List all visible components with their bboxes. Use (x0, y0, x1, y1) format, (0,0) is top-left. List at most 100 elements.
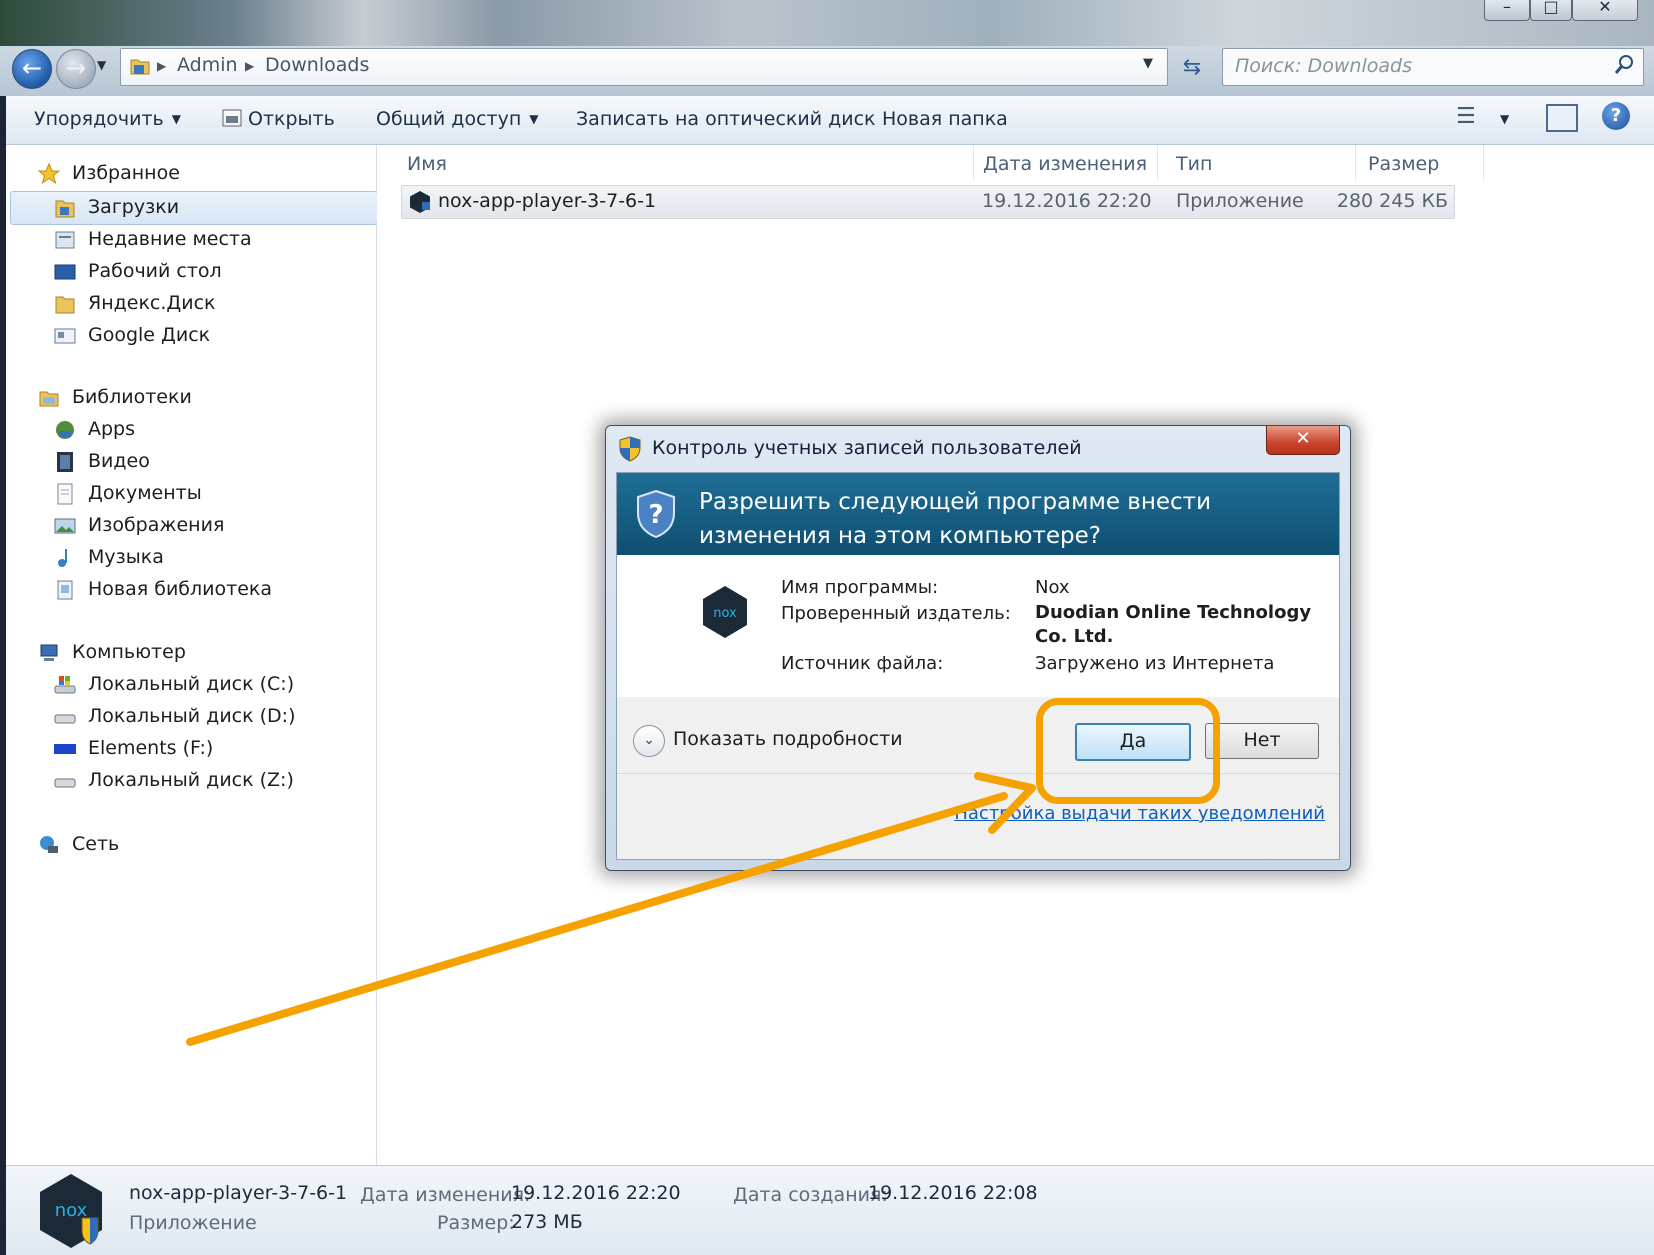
navigation-pane: Избранное Загрузки Недавние места Рабочи… (6, 145, 378, 1165)
close-window-button[interactable]: ✕ (1572, 0, 1638, 21)
nav-item-label: Музыка (88, 546, 164, 568)
nav-item-downloads[interactable]: Загрузки (6, 193, 376, 223)
details-modified-value: 19.12.2016 22:20 (511, 1182, 681, 1204)
minimize-button[interactable]: – (1484, 0, 1530, 21)
uac-question: Разрешить следующей программе внести изм… (699, 489, 1212, 549)
column-header-size[interactable]: Размер (1368, 153, 1439, 175)
organize-menu[interactable]: Упорядочить ▼ (34, 108, 181, 130)
open-button[interactable]: Открыть (222, 108, 335, 130)
breadcrumb-admin[interactable]: Admin (177, 54, 238, 76)
breadcrumb-downloads[interactable]: Downloads (265, 54, 369, 76)
nav-item-drive-c[interactable]: Локальный диск (C:) (6, 670, 376, 700)
search-placeholder: Поиск: Downloads (1235, 55, 1412, 77)
nav-item-recent-places[interactable]: Недавние места (6, 225, 376, 255)
pictures-icon (54, 518, 76, 534)
forward-button[interactable]: → (56, 49, 96, 89)
nav-item-label: Локальный диск (D:) (88, 705, 296, 727)
column-separator[interactable] (1157, 145, 1158, 181)
nav-favorites[interactable]: Избранное (6, 159, 376, 189)
nav-item-google-disk[interactable]: Google Диск (6, 321, 376, 351)
breadcrumb[interactable]: ▶ Admin ▶ Downloads ▼ (120, 48, 1168, 86)
window-controls: – □ ✕ (1484, 0, 1644, 22)
share-menu[interactable]: Общий доступ ▼ (376, 108, 538, 130)
column-separator[interactable] (973, 145, 974, 181)
refresh-icon[interactable]: ⇆ (1174, 52, 1210, 84)
uac-shield-icon (619, 436, 641, 462)
new-folder-button[interactable]: Новая папка (882, 108, 1008, 130)
nav-item-desktop[interactable]: Рабочий стол (6, 257, 376, 287)
nav-item-label: Изображения (88, 514, 225, 536)
back-button[interactable]: ← (12, 49, 52, 89)
nav-libraries[interactable]: Библиотеки (6, 383, 376, 413)
nav-item-drive-d[interactable]: Локальный диск (D:) (6, 702, 376, 732)
address-dropdown-icon[interactable]: ▼ (1143, 56, 1153, 71)
nav-item-label: Загрузки (88, 196, 180, 218)
details-modified-label: Дата изменения: (360, 1184, 531, 1206)
system-drive-icon (54, 676, 76, 694)
nox-app-large-icon: nox (40, 1174, 102, 1248)
wd-drive-icon (54, 744, 76, 754)
open-icon (222, 109, 242, 127)
publisher-label: Проверенный издатель: (781, 603, 1011, 624)
nav-item-apps[interactable]: Apps (6, 415, 376, 445)
question-shield-icon: ? (637, 489, 675, 539)
burn-button[interactable]: Записать на оптический диск (576, 108, 876, 130)
drive-icon (54, 714, 76, 724)
apps-icon (56, 421, 74, 439)
view-options-icon[interactable]: ☰ (1456, 104, 1476, 129)
nav-item-label: Google Диск (88, 324, 211, 346)
annotation-highlight-box (1036, 698, 1220, 804)
details-pane: nox nox-app-player-3-7-6-1 Приложение Да… (6, 1165, 1654, 1255)
star-icon (38, 163, 60, 185)
open-label: Открыть (248, 108, 335, 130)
maximize-button[interactable]: □ (1530, 0, 1572, 21)
nav-item-drive-f[interactable]: Elements (F:) (6, 734, 376, 764)
command-bar: Упорядочить ▼ Открыть Общий доступ ▼ Запис… (6, 96, 1654, 145)
column-header-name[interactable]: Имя (407, 153, 447, 175)
folder-icon (55, 296, 75, 314)
chevron-down-icon: ▼ (529, 112, 539, 126)
file-name: nox-app-player-3-7-6-1 (438, 190, 657, 212)
no-button[interactable]: Нет (1205, 723, 1319, 759)
nav-item-label: Новая библиотека (88, 578, 272, 600)
column-separator[interactable] (1483, 145, 1484, 181)
nav-item-new-library[interactable]: Новая библиотека (6, 575, 376, 605)
view-dropdown-icon[interactable]: ▼ (1500, 112, 1509, 126)
file-type: Приложение (1176, 190, 1304, 212)
breadcrumb-separator-icon: ▶ (157, 59, 167, 73)
nav-item-label: Elements (F:) (88, 737, 214, 759)
nav-item-yandex-disk[interactable]: Яндекс.Диск (6, 289, 376, 319)
recent-pages-dropdown-icon[interactable]: ▼ (97, 58, 106, 72)
uac-header: ? Разрешить следующей программе внести и… (617, 473, 1339, 555)
details-created-value: 19.12.2016 22:08 (868, 1182, 1038, 1204)
svg-text:?: ? (648, 500, 663, 530)
nav-item-music[interactable]: Музыка (6, 543, 376, 573)
nav-item-documents[interactable]: Документы (6, 479, 376, 509)
search-input[interactable]: Поиск: Downloads (1222, 48, 1644, 86)
downloads-folder-icon (55, 200, 75, 218)
nav-item-label: Apps (88, 418, 136, 440)
nav-item-video[interactable]: Видео (6, 447, 376, 477)
column-header-modified[interactable]: Дата изменения (983, 153, 1147, 175)
desktop-icon (54, 264, 76, 280)
column-header-type[interactable]: Тип (1176, 153, 1212, 175)
recent-places-icon (55, 231, 75, 249)
organize-label: Упорядочить (34, 108, 164, 130)
table-row[interactable]: nox-app-player-3-7-6-1 19.12.2016 22:20 … (401, 185, 1455, 219)
nav-item-pictures[interactable]: Изображения (6, 511, 376, 541)
nav-item-drive-z[interactable]: Локальный диск (Z:) (6, 766, 376, 796)
show-details-toggle[interactable]: Показать подробности (673, 728, 903, 750)
expand-details-icon[interactable]: ⌄ (633, 725, 665, 757)
nav-network[interactable]: Сеть (6, 830, 376, 860)
column-separator[interactable] (1355, 145, 1356, 181)
notification-settings-link[interactable]: Настройка выдачи таких уведомлений (954, 803, 1325, 824)
preview-pane-icon[interactable] (1546, 104, 1578, 132)
close-icon[interactable]: ✕ (1266, 426, 1340, 455)
nav-item-label: Рабочий стол (88, 260, 222, 282)
uac-dialog: Контроль учетных записей пользователей ✕… (605, 425, 1351, 871)
search-icon[interactable] (1613, 54, 1635, 76)
program-name-value: Nox (1035, 577, 1070, 598)
nav-computer[interactable]: Компьютер (6, 638, 376, 668)
documents-icon (57, 483, 73, 505)
help-icon[interactable]: ? (1602, 102, 1630, 130)
